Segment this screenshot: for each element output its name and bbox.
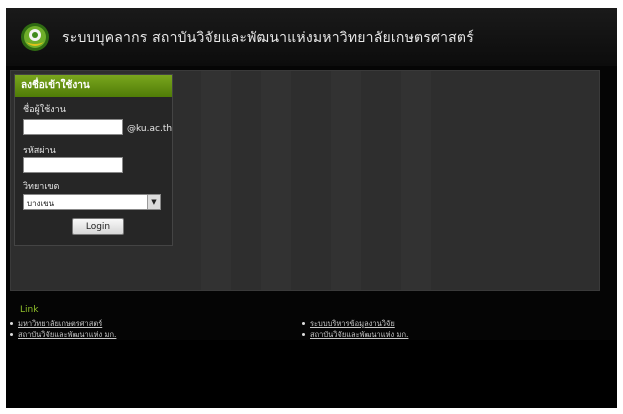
bullet-icon xyxy=(302,322,305,325)
site-title: ระบบบุคลากร สถาบันวิจัยและพัฒนาแห่งมหาวิ… xyxy=(62,30,474,46)
campus-select-value: บางเขน xyxy=(27,199,55,208)
campus-label: วิทยาเขต xyxy=(23,182,60,192)
background-stripe xyxy=(331,71,361,290)
ku-logo-icon xyxy=(21,23,49,51)
bullet-icon xyxy=(10,333,13,336)
bullet-icon xyxy=(10,322,13,325)
domain-suffix: @ku.ac.th xyxy=(127,124,173,134)
login-heading: ลงชื่อเข้าใช้งาน xyxy=(15,75,172,97)
bullet-icon xyxy=(302,333,305,336)
screen: ระบบบุคลากร สถาบันวิจัยและพัฒนาแห่งมหาวิ… xyxy=(6,8,617,408)
password-input[interactable] xyxy=(23,157,123,173)
password-label: รหัสผ่าน xyxy=(23,146,56,156)
username-input[interactable] xyxy=(23,119,123,135)
background-stripe xyxy=(401,71,431,290)
background-stripe xyxy=(201,71,231,290)
chevron-down-icon[interactable]: ▼ xyxy=(147,195,160,209)
login-button[interactable]: Login xyxy=(72,218,124,235)
background-stripe xyxy=(261,71,291,290)
footer-area xyxy=(6,340,617,408)
login-box: ลงชื่อเข้าใช้งาน ชื่อผู้ใช้งาน @ku.ac.th… xyxy=(14,74,173,246)
page-header: ระบบบุคลากร สถาบันวิจัยและพัฒนาแห่งมหาวิ… xyxy=(6,8,617,66)
links-title: Link xyxy=(20,305,39,315)
campus-select[interactable]: บางเขน ▼ xyxy=(23,194,161,210)
username-label: ชื่อผู้ใช้งาน xyxy=(23,105,66,115)
